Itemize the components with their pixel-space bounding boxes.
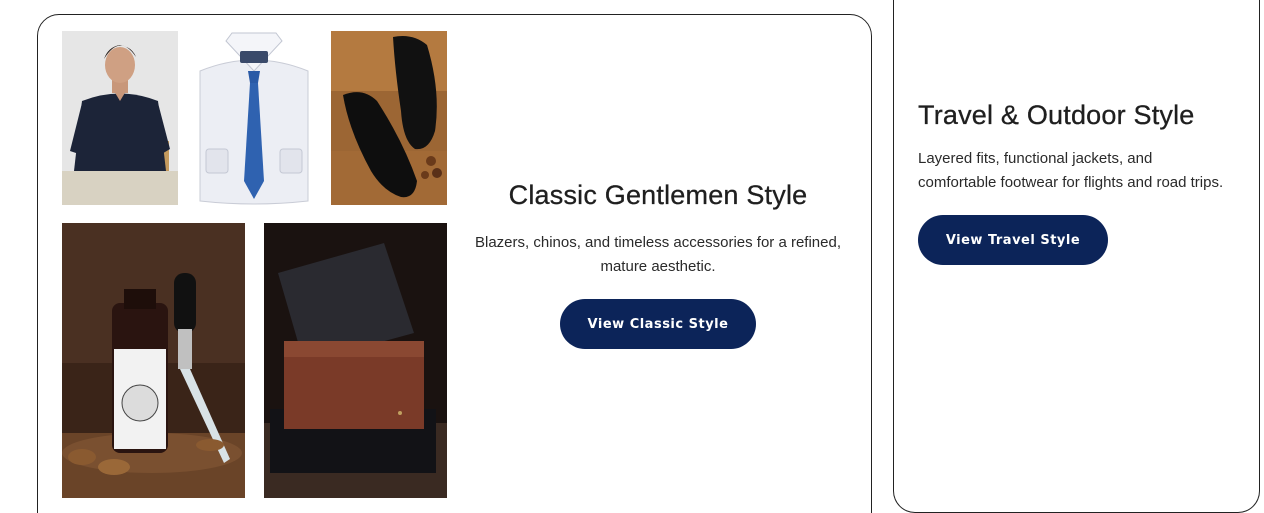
page: Classic Gentlemen Style Blazers, chinos,… [0, 0, 1264, 513]
beard-oil-bottle-image[interactable] [62, 223, 245, 498]
travel-style-title: Travel & Outdoor Style [918, 100, 1195, 130]
view-classic-style-button[interactable]: View Classic Style [560, 299, 756, 349]
polo-shirt-model-image[interactable] [62, 31, 178, 205]
leather-wallet-image[interactable] [264, 223, 447, 498]
view-travel-style-button[interactable]: View Travel Style [918, 215, 1108, 265]
classic-style-card: Classic Gentlemen Style Blazers, chinos,… [37, 14, 872, 513]
classic-style-content: Classic Gentlemen Style Blazers, chinos,… [466, 180, 850, 349]
white-shirt-tie-image[interactable] [196, 31, 312, 205]
black-brogue-shoes-image[interactable] [331, 31, 447, 205]
travel-style-description: Layered fits, functional jackets, and co… [918, 150, 1224, 191]
classic-style-title: Classic Gentlemen Style [508, 180, 808, 210]
travel-style-card: Travel & Outdoor Style Layered fits, fun… [893, 0, 1260, 513]
travel-style-content: Travel & Outdoor Style Layered fits, fun… [918, 100, 1238, 265]
classic-style-description: Blazers, chinos, and timeless accessorie… [475, 234, 841, 275]
